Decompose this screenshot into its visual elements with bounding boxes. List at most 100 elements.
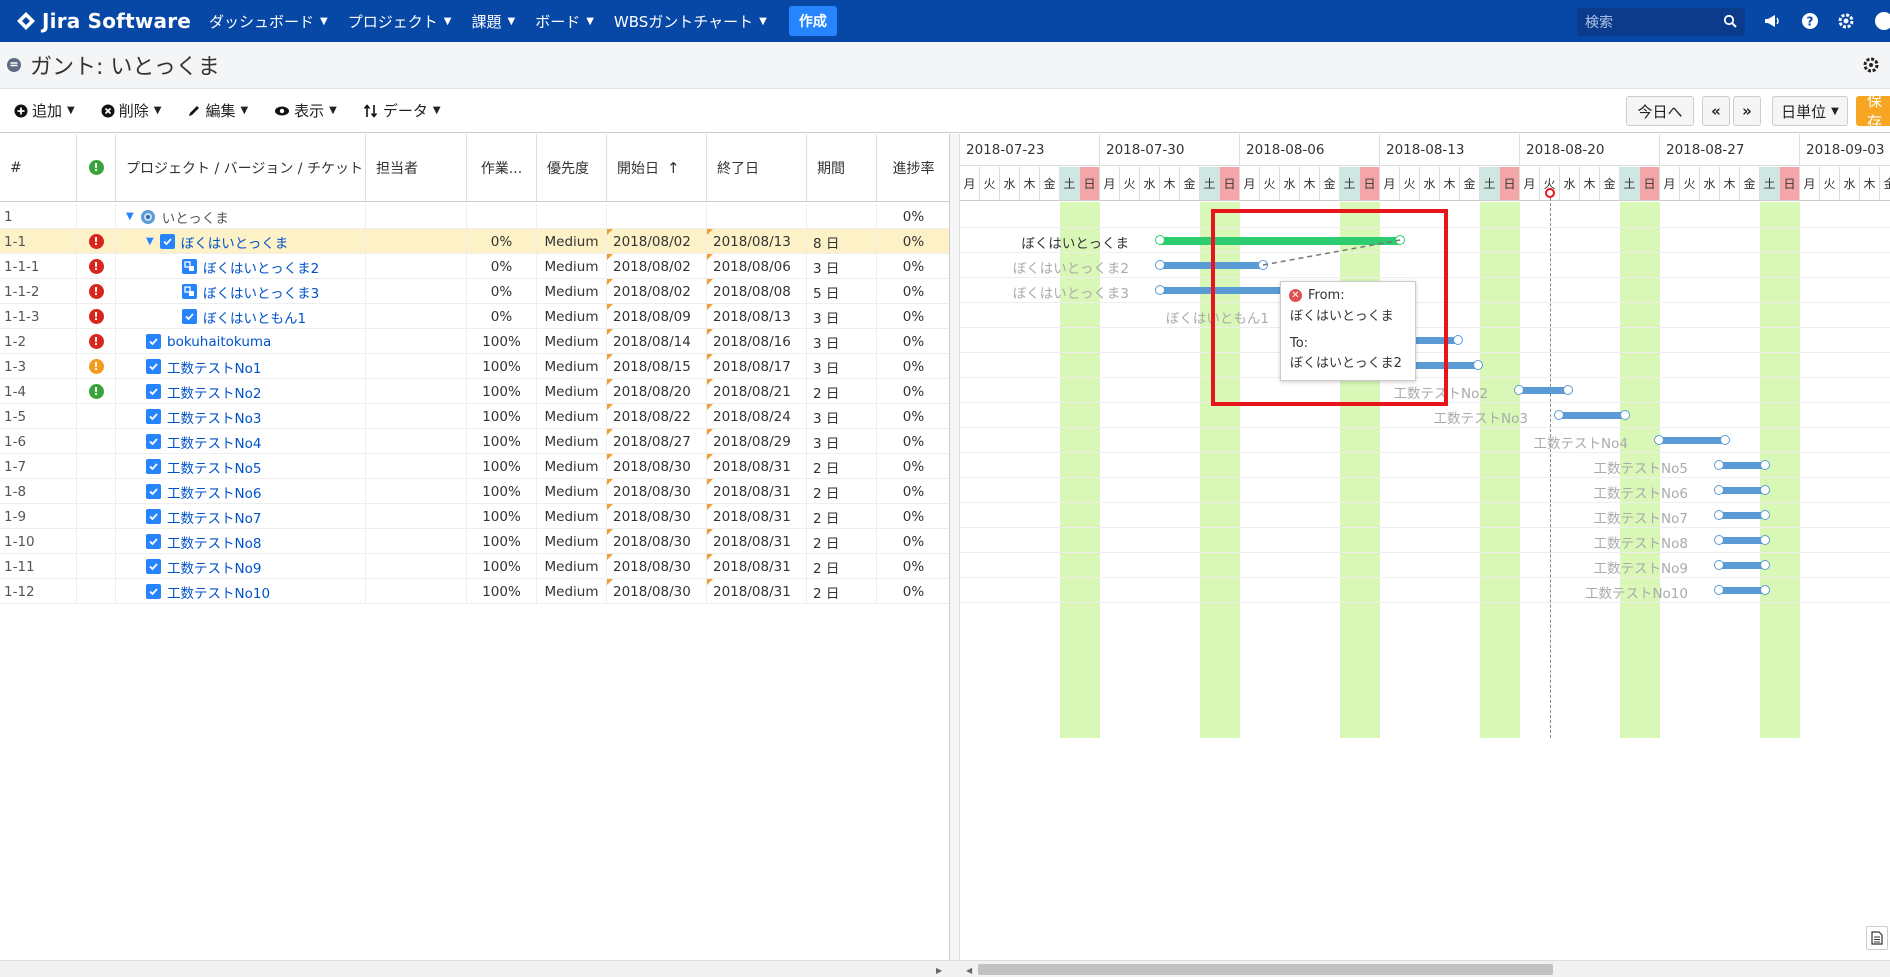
row-start-date[interactable]: 2018/08/30 [607,479,707,504]
horizontal-scrollbar[interactable]: ▶ ◀ [0,960,1890,977]
collapse-sidebar-icon[interactable] [6,57,22,73]
row-assignee[interactable] [366,579,467,604]
scroll-left-arrow-icon[interactable]: ◀ [966,966,972,975]
nav-item-wbs-gantt[interactable]: WBSガントチャート ▼ [614,11,767,32]
row-end-date[interactable]: 2018/08/21 [707,379,807,404]
row-name-cell[interactable]: bokuhaitokuma [116,329,366,354]
pane-splitter[interactable] [950,134,960,960]
col-header-number[interactable]: # [0,134,77,202]
row-name-link[interactable]: ぼくはいとっくま3 [203,282,319,302]
row-end-date[interactable]: 2018/08/17 [707,354,807,379]
row-name-link[interactable]: 工数テストNo1 [167,357,261,377]
row-assignee[interactable] [366,429,467,454]
row-assignee[interactable] [366,329,467,354]
table-row[interactable]: 1-10 工数テストNo8 100% Medium 2018/08/30 2018/08/… [0,529,949,554]
table-row[interactable]: 1-1-1! ぼくはいとっくま2 0% Medium 2018/08/02 2018/08… [0,254,949,279]
scroll-thumb[interactable] [978,964,1553,975]
row-name-cell[interactable]: ぼくはいともん1 [116,304,366,329]
expand-caret-icon[interactable]: ▼ [146,236,154,247]
scroll-right-arrow-icon[interactable]: ▶ [936,966,942,975]
search-input[interactable]: 検索 [1577,8,1745,36]
row-end-date[interactable]: 2018/08/16 [707,329,807,354]
row-name-cell[interactable]: 工数テストNo9 [116,554,366,579]
view-button[interactable]: 表示 ▼ [274,100,337,121]
avatar[interactable] [1872,11,1890,31]
row-start-date[interactable] [607,204,707,229]
row-start-date[interactable]: 2018/08/14 [607,329,707,354]
table-row[interactable]: 1-12 工数テストNo10 100% Medium 2018/08/30 2018/08… [0,579,949,604]
nav-item-issues[interactable]: 課題 ▼ [471,11,515,32]
table-row[interactable]: 1-6 工数テストNo4 100% Medium 2018/08/27 2018/08/2… [0,429,949,454]
row-name-cell[interactable]: 工数テストNo1 [116,354,366,379]
row-name-link[interactable]: 工数テストNo4 [167,432,261,452]
delete-button[interactable]: 削除 ▼ [101,100,161,121]
col-header-work[interactable]: 作業... [467,134,537,202]
row-start-date[interactable]: 2018/08/30 [607,454,707,479]
row-name-link[interactable]: 工数テストNo7 [167,507,261,527]
row-assignee[interactable] [366,229,467,254]
row-assignee[interactable] [366,454,467,479]
table-row[interactable]: 1-7 工数テストNo5 100% Medium 2018/08/30 2018/08/3… [0,454,949,479]
nav-item-projects[interactable]: プロジェクト ▼ [348,11,452,32]
row-name-cell[interactable]: 工数テストNo4 [116,429,366,454]
edit-button[interactable]: 編集 ▼ [187,100,248,121]
row-name-link[interactable]: ぼくはいとっくま2 [203,257,319,277]
table-row[interactable]: 1-4! 工数テストNo2 100% Medium 2018/08/20 2018/08/… [0,379,949,404]
col-header-priority-icon[interactable]: ! [77,134,116,202]
row-name-link[interactable]: bokuhaitokuma [167,334,271,350]
row-name-link[interactable]: 工数テストNo3 [167,407,261,427]
row-start-date[interactable]: 2018/08/30 [607,579,707,604]
row-start-date[interactable]: 2018/08/30 [607,529,707,554]
row-start-date[interactable]: 2018/08/09 [607,304,707,329]
row-name-link[interactable]: 工数テストNo10 [167,582,270,602]
document-icon[interactable] [1866,926,1888,950]
row-assignee[interactable] [366,354,467,379]
row-end-date[interactable]: 2018/08/31 [707,454,807,479]
row-end-date[interactable]: 2018/08/13 [707,229,807,254]
add-button[interactable]: 追加 ▼ [14,100,75,121]
row-end-date[interactable]: 2018/08/24 [707,404,807,429]
nav-item-boards[interactable]: ボード ▼ [535,11,594,32]
row-name-cell[interactable]: 工数テストNo3 [116,404,366,429]
row-name-link[interactable]: 工数テストNo2 [167,382,261,402]
col-header-duration[interactable]: 期間 [807,134,877,202]
row-end-date[interactable]: 2018/08/08 [707,279,807,304]
row-assignee[interactable] [366,254,467,279]
table-row[interactable]: 1 ▼ いとっくま 0% [0,204,949,229]
row-assignee[interactable] [366,479,467,504]
row-name-link[interactable]: ぼくはいともん1 [203,307,306,327]
scale-select[interactable]: 日単位 ▼ [1772,96,1848,126]
row-name-cell[interactable]: 工数テストNo2 [116,379,366,404]
table-row[interactable]: 1-2! bokuhaitokuma 100% Medium 2018/08/14 201… [0,329,949,354]
settings-gear-icon[interactable] [1862,56,1880,74]
row-start-date[interactable]: 2018/08/20 [607,379,707,404]
row-name-cell[interactable]: ぼくはいとっくま2 [116,254,366,279]
gear-icon[interactable] [1836,11,1856,31]
nav-item-dashboard[interactable]: ダッシュボード ▼ [209,11,328,32]
col-header-name[interactable]: プロジェクト / バージョン / チケット [116,134,366,202]
row-assignee[interactable] [366,304,467,329]
row-name-link[interactable]: 工数テストNo8 [167,532,261,552]
row-assignee[interactable] [366,529,467,554]
megaphone-icon[interactable] [1762,11,1782,31]
row-end-date[interactable]: 2018/08/31 [707,579,807,604]
row-end-date[interactable]: 2018/08/31 [707,529,807,554]
row-assignee[interactable] [366,204,467,229]
row-name-cell[interactable]: ▼ いとっくま [116,204,366,229]
table-row[interactable]: 1-3! 工数テストNo1 100% Medium 2018/08/15 2018/08/… [0,354,949,379]
table-row[interactable]: 1-1! ▼ ぼくはいとっくま 0% Medium 2018/08/02 2018/08/1… [0,229,949,254]
col-header-progress[interactable]: 進捗率 [877,134,949,202]
table-row[interactable]: 1-1-3! ぼくはいともん1 0% Medium 2018/08/09 2018/08/… [0,304,949,329]
row-name-cell[interactable]: 工数テストNo7 [116,504,366,529]
row-assignee[interactable] [366,379,467,404]
row-end-date[interactable]: 2018/08/31 [707,554,807,579]
row-name-cell[interactable]: 工数テストNo5 [116,454,366,479]
save-button[interactable]: 保存 [1856,92,1890,131]
create-button[interactable]: 作成 [788,6,837,36]
row-name-link[interactable]: 工数テストNo9 [167,557,261,577]
row-end-date[interactable]: 2018/08/31 [707,504,807,529]
expand-caret-icon[interactable]: ▼ [126,211,134,222]
col-header-start[interactable]: 開始日 ↑ [607,134,707,202]
row-name-link[interactable]: ぼくはいとっくま [181,232,289,252]
row-assignee[interactable] [366,404,467,429]
